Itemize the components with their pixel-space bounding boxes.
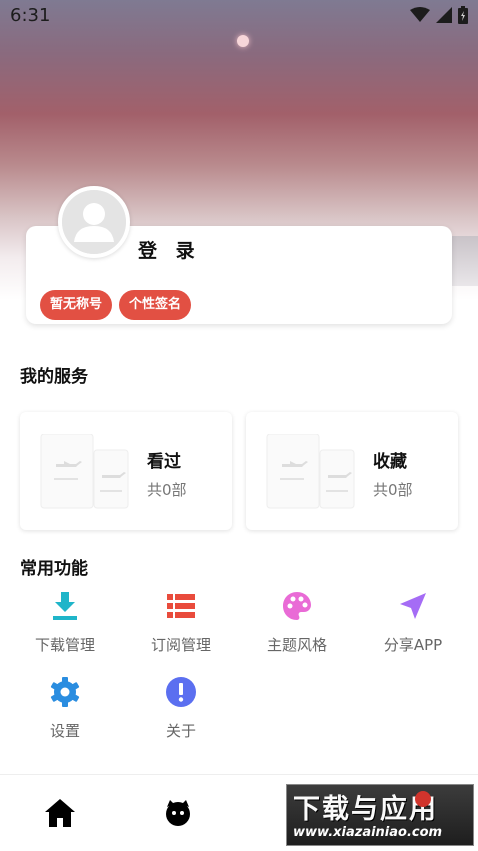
cell-signal-icon — [436, 7, 452, 23]
title-tag[interactable]: 暂无称号 — [40, 290, 113, 320]
favorites-count: 共0部 — [373, 481, 413, 499]
face-icon — [166, 800, 190, 826]
send-icon — [397, 590, 429, 622]
signature-tag[interactable]: 个性签名 — [119, 290, 192, 320]
ticket-icon — [40, 434, 129, 509]
site-watermark: 下载与应用 www.xiazainiao.com — [286, 784, 474, 846]
history-count: 共0部 — [147, 481, 187, 499]
history-card[interactable]: 看过 共0部 — [20, 412, 232, 530]
battery-icon — [458, 6, 468, 24]
share-app-label: 分享APP — [383, 636, 443, 654]
subscription-manager-label: 订阅管理 — [150, 636, 211, 654]
info-icon — [165, 676, 197, 708]
watermark-badge — [415, 791, 431, 807]
history-title: 看过 — [147, 452, 181, 472]
nav-discover[interactable] — [158, 793, 198, 833]
services-section-title: 我的服务 — [20, 367, 88, 387]
home-icon — [45, 799, 75, 827]
download-manager-button[interactable]: 下载管理 — [10, 590, 120, 660]
download-icon — [49, 590, 81, 622]
about-label: 关于 — [165, 722, 196, 740]
wifi-icon — [410, 7, 430, 23]
favorites-card[interactable]: 收藏 共0部 — [246, 412, 458, 530]
ticket-icon — [266, 434, 355, 509]
about-button[interactable]: 关于 — [126, 676, 236, 746]
nav-home[interactable] — [40, 793, 80, 833]
login-button[interactable]: 登 录 — [138, 236, 201, 263]
theme-style-button[interactable]: 主题风格 — [242, 590, 352, 660]
moon-decoration — [237, 35, 249, 47]
functions-section-title: 常用功能 — [20, 559, 88, 579]
download-manager-label: 下载管理 — [34, 636, 95, 654]
status-time: 6:31 — [10, 4, 51, 26]
settings-button[interactable]: 设置 — [10, 676, 120, 746]
favorites-title: 收藏 — [373, 452, 407, 472]
subscription-manager-button[interactable]: 订阅管理 — [126, 590, 236, 660]
settings-label: 设置 — [49, 722, 80, 740]
list-icon — [165, 590, 197, 622]
user-placeholder-icon — [62, 190, 126, 254]
theme-style-label: 主题风格 — [266, 636, 327, 654]
avatar[interactable] — [58, 186, 130, 258]
watermark-url: www.xiazainiao.com — [293, 825, 443, 840]
share-app-button[interactable]: 分享APP — [358, 590, 468, 660]
gear-icon — [49, 676, 81, 708]
status-bar: 6:31 — [0, 0, 478, 30]
palette-icon — [281, 590, 313, 622]
